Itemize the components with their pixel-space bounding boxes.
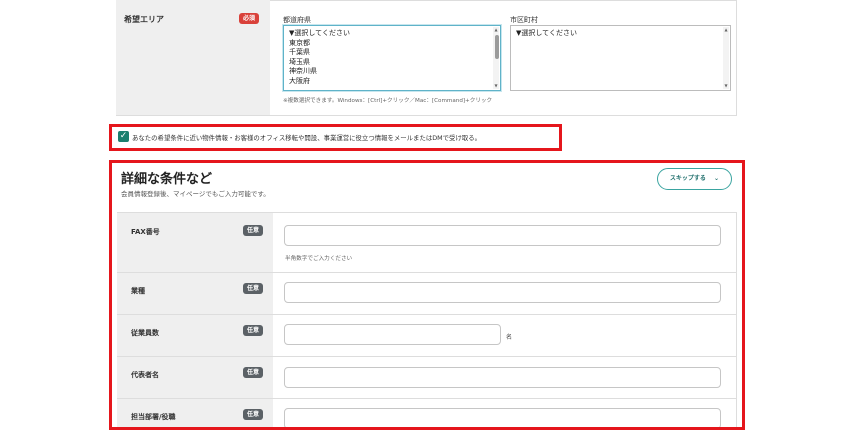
optional-badge: 任意 bbox=[243, 225, 263, 236]
fax-hint: 半角数字でご入力ください bbox=[285, 256, 353, 262]
prefecture-label: 都道府県 bbox=[283, 16, 311, 24]
details-row-divider bbox=[117, 272, 737, 273]
fax-label: FAX番号 bbox=[131, 228, 160, 236]
scroll-up-arrow-icon[interactable]: ▲ bbox=[723, 27, 729, 33]
check-icon: ✓ bbox=[119, 131, 128, 141]
fax-input[interactable] bbox=[284, 225, 721, 246]
industry-label: 業種 bbox=[131, 287, 145, 295]
representative-input[interactable] bbox=[284, 367, 721, 388]
details-row-divider bbox=[117, 356, 737, 357]
optional-badge: 任意 bbox=[243, 409, 263, 420]
city-scrollbar[interactable] bbox=[723, 27, 729, 89]
prefecture-scroll-thumb[interactable] bbox=[495, 35, 499, 59]
details-row-divider bbox=[117, 398, 737, 399]
details-row-divider bbox=[117, 314, 737, 315]
employees-input[interactable] bbox=[284, 324, 501, 345]
prefecture-option[interactable]: ▼選択してください bbox=[289, 29, 500, 39]
industry-input[interactable] bbox=[284, 282, 721, 303]
prefecture-option[interactable]: 大阪府 bbox=[289, 77, 500, 87]
employees-label: 従業員数 bbox=[131, 329, 159, 337]
skip-button[interactable]: スキップする ⌄ bbox=[657, 168, 732, 190]
optional-badge: 任意 bbox=[243, 367, 263, 378]
city-label: 市区町村 bbox=[510, 16, 538, 24]
optional-badge: 任意 bbox=[243, 283, 263, 294]
optional-badge: 任意 bbox=[243, 325, 263, 336]
required-badge: 必須 bbox=[239, 13, 259, 24]
area-label: 希望エリア bbox=[124, 15, 164, 24]
department-input-clip bbox=[284, 408, 722, 427]
skip-button-label: スキップする bbox=[669, 175, 706, 182]
prefecture-listbox[interactable]: ▼選択してください 東京都 千葉県 埼玉県 神奈川県 大阪府 ▲ ▼ bbox=[283, 25, 501, 91]
department-input[interactable] bbox=[284, 408, 721, 427]
prefecture-option[interactable]: 埼玉県 bbox=[289, 58, 500, 68]
consent-text[interactable]: あなたの希望条件に近い物件情報・お客様のオフィス移転や開設、事業運営に役立つ情報… bbox=[132, 133, 481, 142]
prefecture-option[interactable]: 神奈川県 bbox=[289, 67, 500, 77]
scroll-down-arrow-icon[interactable]: ▼ bbox=[723, 83, 729, 89]
area-bottom-border bbox=[116, 115, 737, 116]
representative-label: 代表者名 bbox=[131, 371, 159, 379]
city-option[interactable]: ▼選択してください bbox=[516, 29, 730, 39]
employees-unit: 名 bbox=[506, 334, 513, 341]
prefecture-option[interactable]: 千葉県 bbox=[289, 48, 500, 58]
consent-checkbox[interactable]: ✓ bbox=[118, 131, 129, 142]
details-table-right bbox=[736, 212, 737, 427]
top-right-border bbox=[736, 0, 737, 116]
details-label-column bbox=[117, 212, 273, 427]
area-top-border bbox=[270, 0, 736, 1]
city-listbox[interactable]: ▼選択してください ▲ ▼ bbox=[510, 25, 731, 91]
details-subtitle: 会員情報登録後、マイページでもご入力可能です。 bbox=[121, 190, 270, 198]
prefecture-option[interactable]: 東京都 bbox=[289, 39, 500, 49]
details-title: 詳細な条件など bbox=[121, 172, 213, 187]
department-label: 担当部署/役職 bbox=[131, 413, 176, 421]
scroll-down-arrow-icon[interactable]: ▼ bbox=[493, 83, 499, 89]
chevron-down-icon: ⌄ bbox=[714, 175, 720, 182]
multi-select-note: ※複数選択できます。Windows：[Ctrl]+クリック／Mac：[Comma… bbox=[283, 98, 493, 104]
scroll-up-arrow-icon[interactable]: ▲ bbox=[493, 27, 499, 33]
details-table-top bbox=[117, 212, 737, 213]
